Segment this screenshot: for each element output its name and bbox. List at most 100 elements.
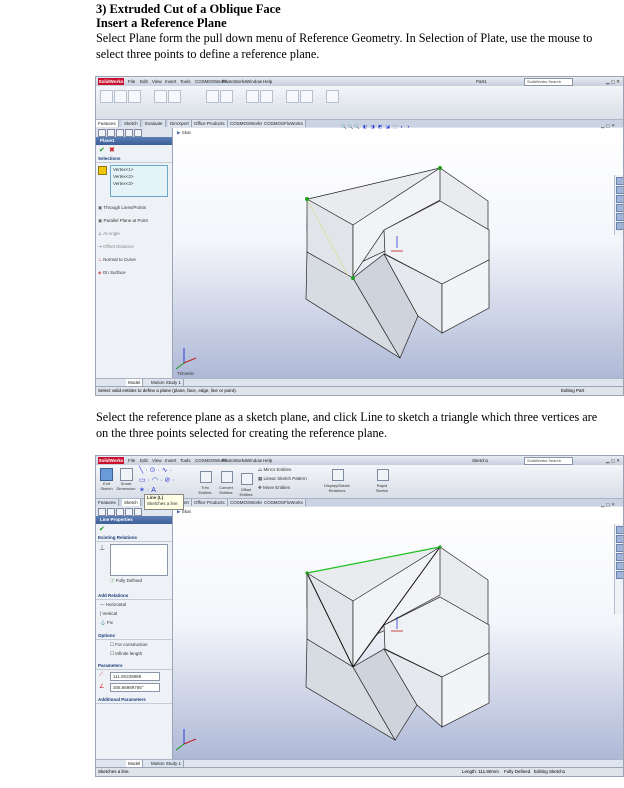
menu-help[interactable]: Help [263, 456, 272, 465]
design-library-icon[interactable] [616, 186, 623, 194]
tab-sketch[interactable]: Sketch [122, 499, 141, 506]
graphics-viewport[interactable]: ▶ Skat ▁ ▢ ✕ [173, 502, 623, 760]
selection-item[interactable]: Vertex<1> [111, 166, 167, 173]
tab-features[interactable]: Features [96, 120, 119, 127]
tab-office-products[interactable]: Office Products [192, 120, 228, 127]
graphics-viewport[interactable]: ▶ Skat 🔍🔍🔍 ◧ ◨ ◩ ◪ ⬚ ◐ ◑ ▁ ▢ ✕ Trimetric [173, 123, 623, 379]
menu-window[interactable]: Window [246, 456, 262, 465]
search-results-icon[interactable] [616, 204, 623, 212]
menu-tools[interactable]: Tools [180, 77, 191, 86]
file-explorer-icon[interactable] [616, 544, 623, 552]
dimxpert-icon[interactable] [125, 508, 133, 516]
for-construction-checkbox[interactable]: ☐ For construction [110, 642, 148, 648]
menu-tools[interactable]: Tools [180, 456, 191, 465]
tab-model[interactable]: Model [126, 379, 144, 386]
exit-sketch-button[interactable]: Exit Sketch [99, 468, 114, 493]
selections-section-header[interactable]: Selections [96, 155, 172, 163]
add-relations-header[interactable]: Add Relations [96, 592, 172, 600]
swept-boss-icon[interactable] [128, 90, 141, 103]
property-manager-icon[interactable] [107, 508, 115, 516]
instant3d-icon[interactable] [326, 90, 339, 103]
tab-cosmosworks[interactable]: COSMOSWorks [228, 120, 266, 127]
rapid-sketch-button[interactable]: Rapid Sketch [372, 483, 392, 493]
sketch-entity-tools-row2[interactable]: ▭·◠·⊘· [139, 476, 177, 484]
appearances-icon[interactable] [616, 571, 623, 579]
options-header[interactable]: Options [96, 632, 172, 640]
mirror-entities-button[interactable]: ⧍ Mirror Entities [258, 467, 291, 472]
sketch-vertex-1[interactable] [305, 571, 309, 575]
tab-evaluate[interactable]: Evaluate [143, 120, 166, 127]
curves-icon[interactable] [300, 90, 313, 103]
relations-listbox[interactable] [110, 544, 168, 576]
relation-fix[interactable]: ⚓ Fix [100, 620, 113, 626]
menu-view[interactable]: View [152, 456, 162, 465]
selected-vertex-1[interactable] [305, 197, 309, 201]
relation-vertical[interactable]: | Vertical [100, 611, 117, 616]
menu-edit[interactable]: Edit [140, 77, 148, 86]
selection-listbox[interactable]: Vertex<1> Vertex<2> Vertex<3> [110, 165, 168, 197]
tab-model[interactable]: Model [126, 760, 144, 767]
selection-item[interactable]: Vertex<3> [111, 180, 167, 187]
menu-photoworks[interactable]: PhotoWorks [222, 77, 246, 86]
option-on-surface[interactable]: ◈ On Surface [98, 270, 125, 276]
view-palette-icon[interactable] [616, 213, 623, 221]
length-input[interactable]: 111.80339888 [110, 672, 160, 681]
additional-parameters-header[interactable]: Additional Parameters [96, 696, 172, 704]
appearances-icon[interactable] [616, 222, 623, 230]
view-palette-icon[interactable] [616, 562, 623, 570]
cancel-x-icon[interactable]: ✖ [109, 146, 115, 154]
dimxpert-icon[interactable] [125, 129, 133, 137]
tab-motion-study[interactable]: Motion Study 1 [149, 379, 185, 386]
feature-tree-icon[interactable] [98, 129, 106, 137]
menu-view[interactable]: View [152, 77, 162, 86]
design-library-icon[interactable] [616, 535, 623, 543]
window-controls[interactable]: ▁ ▢ ✕ [606, 456, 620, 465]
option-at-angle[interactable]: ∠ At Angle [98, 231, 120, 237]
window-controls[interactable]: ▁ ▢ ✕ [606, 77, 620, 86]
convert-entities-button[interactable]: Convert Entities [216, 485, 236, 495]
existing-relations-header[interactable]: Existing Relations [96, 534, 172, 542]
smart-dimension-button[interactable]: Smart Dimension [116, 468, 136, 493]
property-manager-icon[interactable] [107, 129, 115, 137]
move-entities-button[interactable]: ✥ Move Entities [258, 485, 290, 491]
tab-office-products[interactable]: Office Products [192, 499, 228, 506]
tab-cosmosfloworks[interactable]: COSMOSFloWorks [262, 120, 306, 127]
infinite-length-checkbox[interactable]: ☐ Infinite length [110, 651, 142, 657]
linear-pattern-button[interactable]: ▦ Linear Sketch Pattern [258, 476, 307, 482]
feature-tree-icon[interactable] [98, 508, 106, 516]
tab-cosmosworks[interactable]: COSMOSWorks [228, 499, 266, 506]
parameters-header[interactable]: Parameters [96, 662, 172, 670]
configuration-icon[interactable] [116, 129, 124, 137]
option-parallel-plane[interactable]: ▣ Parallel Plane at Point [98, 218, 148, 224]
option-through-lines[interactable]: ▣ Through Lines/Points [98, 205, 146, 211]
extruded-cut-icon[interactable] [154, 90, 167, 103]
reference-geometry-icon[interactable] [286, 90, 299, 103]
angle-input[interactable]: 306.86989765° [110, 683, 160, 692]
menu-photoworks[interactable]: PhotoWorks [222, 456, 246, 465]
draft-icon[interactable] [260, 90, 273, 103]
search-input[interactable]: SolidWorks Search [524, 457, 573, 465]
appearance-icon[interactable] [134, 508, 142, 516]
menu-help[interactable]: Help [263, 77, 272, 86]
option-normal-to-curve[interactable]: ⊥ Normal to Curve [98, 257, 136, 263]
sketch-entity-tools[interactable]: ╲·⊙·∿· [139, 466, 174, 474]
tab-sketch[interactable]: Sketch [122, 120, 141, 127]
resources-icon[interactable] [616, 526, 623, 534]
selection-item[interactable]: Vertex<2> [111, 173, 167, 180]
menu-file[interactable]: File [128, 456, 135, 465]
trim-entities-button[interactable]: Trim Entities [196, 485, 214, 495]
tab-dimxpert[interactable]: DimXpert [168, 120, 192, 127]
menu-edit[interactable]: Edit [140, 456, 148, 465]
tab-cosmosfloworks[interactable]: COSMOSFloWorks [262, 499, 306, 506]
resources-icon[interactable] [616, 177, 623, 185]
ok-check-icon[interactable]: ✔ [99, 146, 105, 154]
ok-check-icon[interactable]: ✔ [99, 525, 105, 533]
rib-icon[interactable] [246, 90, 259, 103]
tab-features[interactable]: Features [96, 499, 119, 506]
selected-vertex-3[interactable] [351, 276, 355, 280]
offset-entities-button[interactable]: Offset Entities [237, 487, 255, 497]
tab-motion-study[interactable]: Motion Study 1 [149, 760, 185, 767]
relation-horizontal[interactable]: — Horizontal [100, 602, 126, 607]
selected-vertex-2[interactable] [438, 166, 442, 170]
menu-insert[interactable]: Insert [165, 456, 176, 465]
